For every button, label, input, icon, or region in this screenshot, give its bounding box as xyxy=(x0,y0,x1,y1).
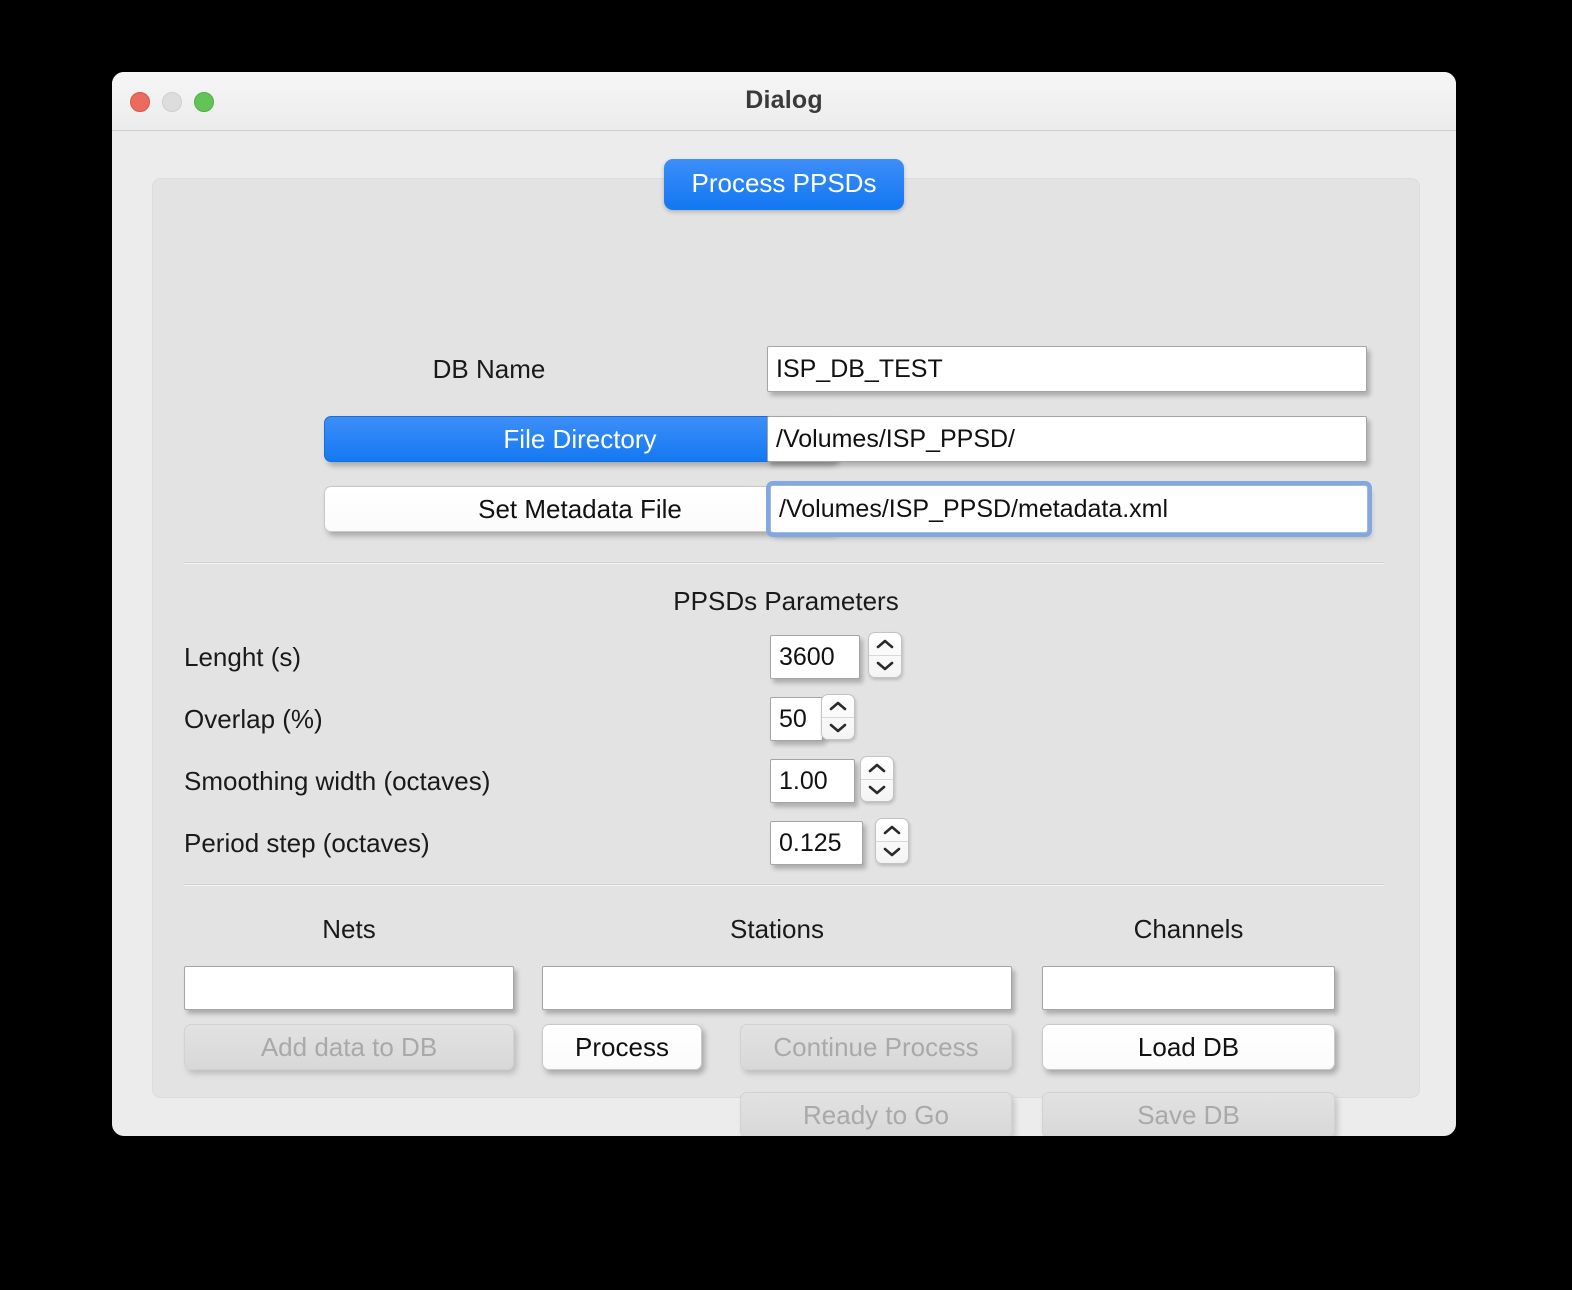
channels-input[interactable] xyxy=(1042,966,1335,1010)
overlap-stepper[interactable] xyxy=(821,694,855,740)
metadata-file-input[interactable] xyxy=(770,485,1368,533)
stations-label: Stations xyxy=(730,914,824,944)
stepper-up-icon[interactable] xyxy=(876,819,908,842)
smoothing-width-label: Smoothing width (octaves) xyxy=(184,766,491,796)
save-db-button[interactable]: Save DB xyxy=(1042,1092,1335,1136)
dialog-window: Dialog Process PPSDs DB Name File Direct… xyxy=(112,72,1456,1136)
load-db-button[interactable]: Load DB xyxy=(1042,1024,1335,1070)
channels-label: Channels xyxy=(1133,914,1244,944)
stepper-down-icon[interactable] xyxy=(876,842,908,864)
ready-to-go-button[interactable]: Ready to Go xyxy=(740,1092,1012,1136)
db-name-label: DB Name xyxy=(432,354,546,384)
file-directory-input[interactable] xyxy=(767,416,1367,462)
lenght-label: Lenght (s) xyxy=(184,642,302,672)
period-step-input[interactable] xyxy=(770,821,863,865)
overlap-label: Overlap (%) xyxy=(184,704,323,734)
stepper-up-icon[interactable] xyxy=(861,757,893,780)
stepper-up-icon[interactable] xyxy=(869,633,901,656)
tab-process-ppsds[interactable]: Process PPSDs xyxy=(663,159,905,210)
lenght-stepper[interactable] xyxy=(868,632,902,678)
ppsds-parameters-heading: PPSDs Parameters xyxy=(673,586,899,616)
stepper-up-icon[interactable] xyxy=(822,695,854,718)
process-button[interactable]: Process xyxy=(542,1024,702,1070)
smoothing-width-stepper[interactable] xyxy=(860,756,894,802)
overlap-input[interactable] xyxy=(770,697,823,741)
period-step-stepper[interactable] xyxy=(875,818,909,864)
set-metadata-file-button[interactable]: Set Metadata File xyxy=(324,486,836,532)
stations-input[interactable] xyxy=(542,966,1012,1010)
lenght-input[interactable] xyxy=(770,635,860,679)
db-name-input[interactable] xyxy=(767,346,1367,392)
smoothing-width-input[interactable] xyxy=(770,759,855,803)
continue-process-button[interactable]: Continue Process xyxy=(740,1024,1012,1070)
stepper-down-icon[interactable] xyxy=(861,780,893,802)
period-step-label: Period step (octaves) xyxy=(184,828,430,858)
file-directory-button[interactable]: File Directory xyxy=(324,416,836,462)
tab-bar: Process PPSDs xyxy=(112,159,1456,210)
window-title: Dialog xyxy=(745,86,823,114)
stepper-down-icon[interactable] xyxy=(822,718,854,740)
add-data-to-db-button[interactable]: Add data to DB xyxy=(184,1024,514,1070)
title-bar: Dialog xyxy=(112,72,1456,131)
process-ppsds-panel: DB Name File Directory Set Metadata File… xyxy=(152,178,1420,1136)
divider-top xyxy=(184,562,1384,564)
nets-input[interactable] xyxy=(184,966,514,1010)
stepper-down-icon[interactable] xyxy=(869,656,901,678)
nets-label: Nets xyxy=(322,914,376,944)
divider-bottom xyxy=(184,884,1384,886)
